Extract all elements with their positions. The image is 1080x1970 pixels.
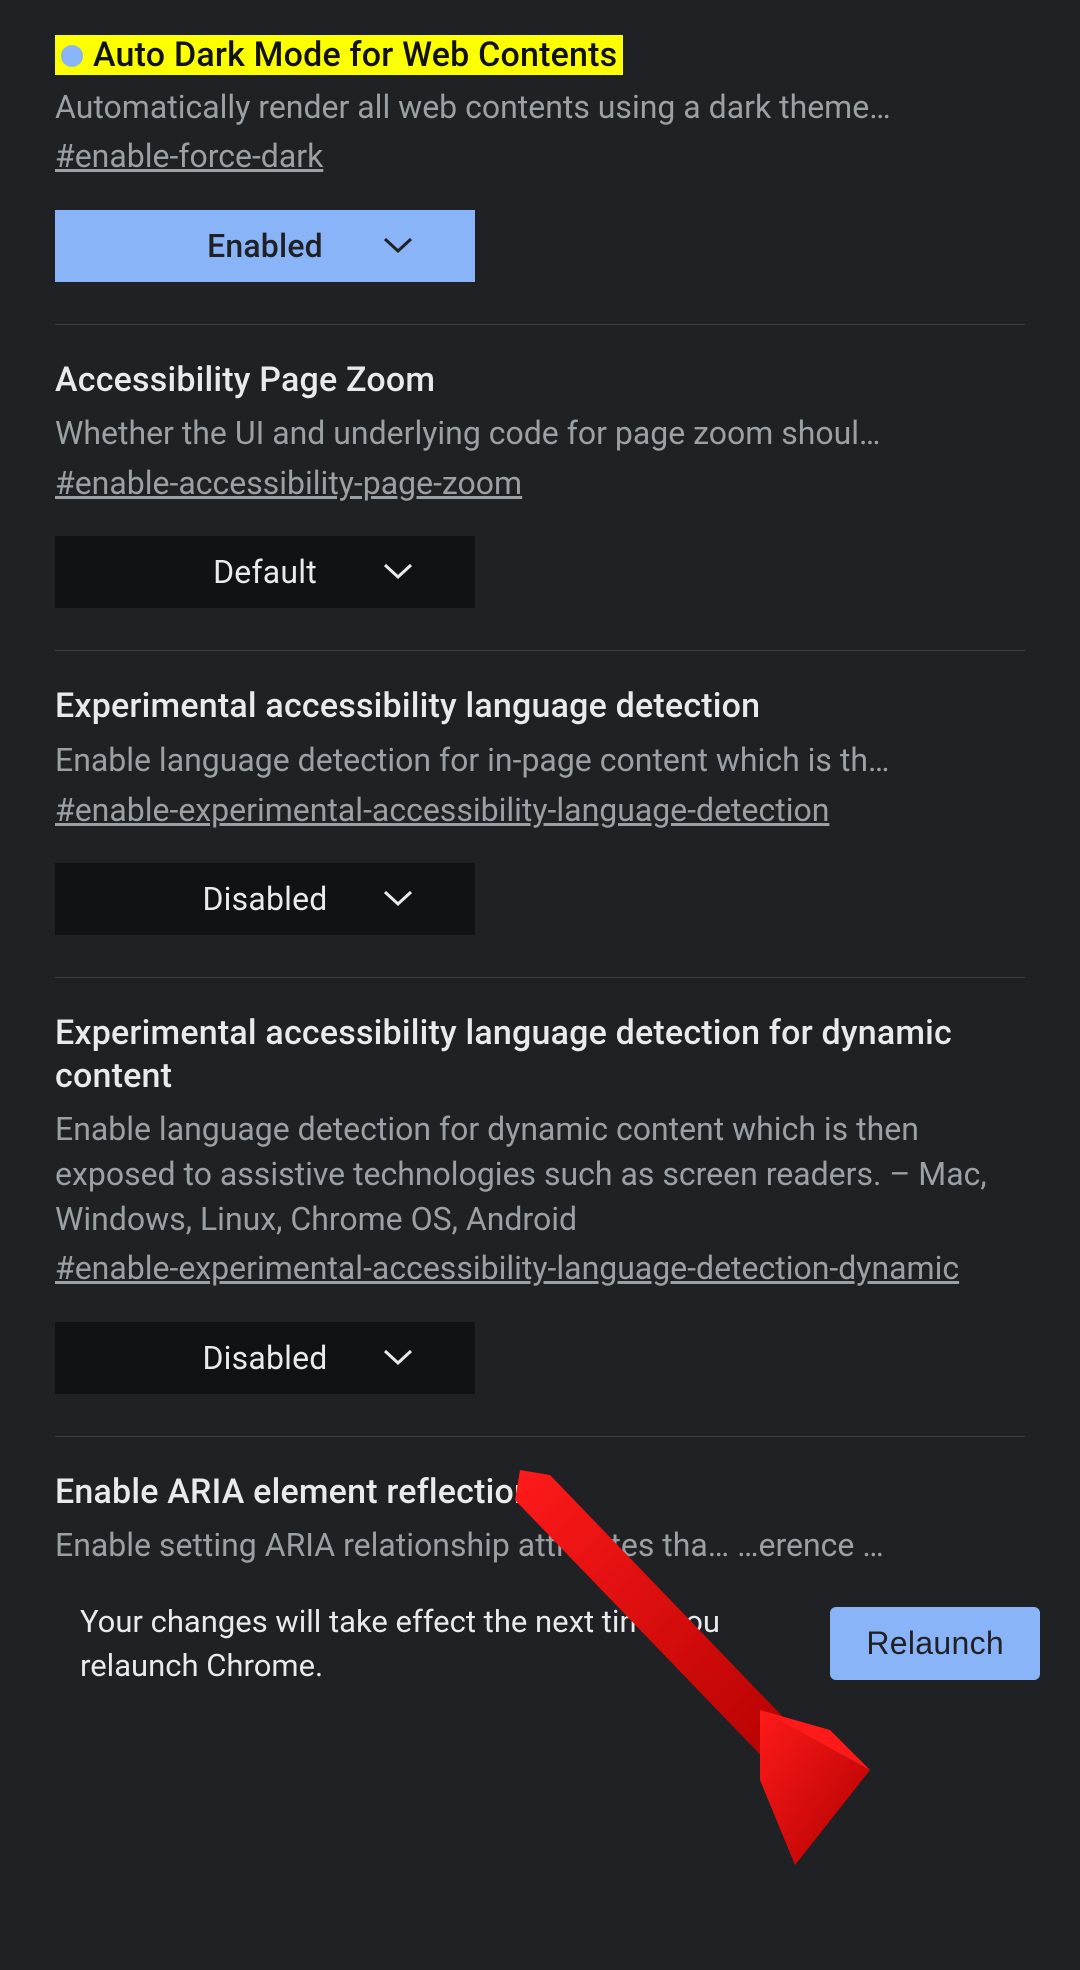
flag-title: Accessibility Page Zoom	[55, 359, 1025, 402]
flag-description: Enable language detection for in-page co…	[55, 738, 1025, 783]
relaunch-footer: Your changes will take effect the next t…	[0, 1574, 1080, 1713]
flag-hash-link[interactable]: #enable-experimental-accessibility-langu…	[55, 787, 829, 833]
flag-hash-link[interactable]: #enable-accessibility-page-zoom	[55, 460, 522, 506]
status-dot-icon	[61, 45, 83, 67]
flag-title-text: Auto Dark Mode for Web Contents	[93, 35, 617, 75]
flag-title: Experimental accessibility language dete…	[55, 1012, 1025, 1097]
flags-list: Auto Dark Mode for Web Contents Automati…	[0, 0, 1080, 1574]
flag-description: Automatically render all web contents us…	[55, 85, 1025, 130]
flag-item: Enable ARIA element reflection Enable se…	[55, 1437, 1025, 1574]
flag-item: Accessibility Page Zoom Whether the UI a…	[55, 325, 1025, 652]
flag-title: Auto Dark Mode for Web Contents	[55, 35, 623, 75]
chevron-down-icon	[383, 235, 413, 255]
chevron-down-icon	[383, 561, 413, 581]
footer-message: Your changes will take effect the next t…	[80, 1600, 810, 1687]
chrome-flags-page: Auto Dark Mode for Web Contents Automati…	[0, 0, 1080, 1713]
chevron-down-icon	[383, 888, 413, 908]
flag-item: Auto Dark Mode for Web Contents Automati…	[55, 0, 1025, 325]
flag-select[interactable]: Disabled	[55, 1322, 475, 1394]
relaunch-button[interactable]: Relaunch	[830, 1607, 1040, 1680]
flag-item: Experimental accessibility language dete…	[55, 978, 1025, 1437]
flag-title: Experimental accessibility language dete…	[55, 685, 1025, 728]
flag-select[interactable]: Disabled	[55, 863, 475, 935]
flag-select-value: Disabled	[202, 1339, 327, 1377]
flag-select-value: Enabled	[207, 227, 323, 265]
flag-hash-link[interactable]: #enable-experimental-accessibility-langu…	[55, 1245, 959, 1291]
chevron-down-icon	[383, 1347, 413, 1367]
flag-select[interactable]: Enabled	[55, 210, 475, 282]
flag-description: Enable language detection for dynamic co…	[55, 1107, 1025, 1241]
flag-select[interactable]: Default	[55, 536, 475, 608]
flag-description: Enable setting ARIA relationship attribu…	[55, 1523, 1025, 1568]
flag-title: Enable ARIA element reflection	[55, 1471, 1025, 1514]
flag-select-value: Default	[213, 553, 317, 591]
flag-select-value: Disabled	[202, 880, 327, 918]
flag-item: Experimental accessibility language dete…	[55, 651, 1025, 978]
flag-hash-link[interactable]: #enable-force-dark	[55, 133, 323, 179]
flag-description: Whether the UI and underlying code for p…	[55, 411, 1025, 456]
